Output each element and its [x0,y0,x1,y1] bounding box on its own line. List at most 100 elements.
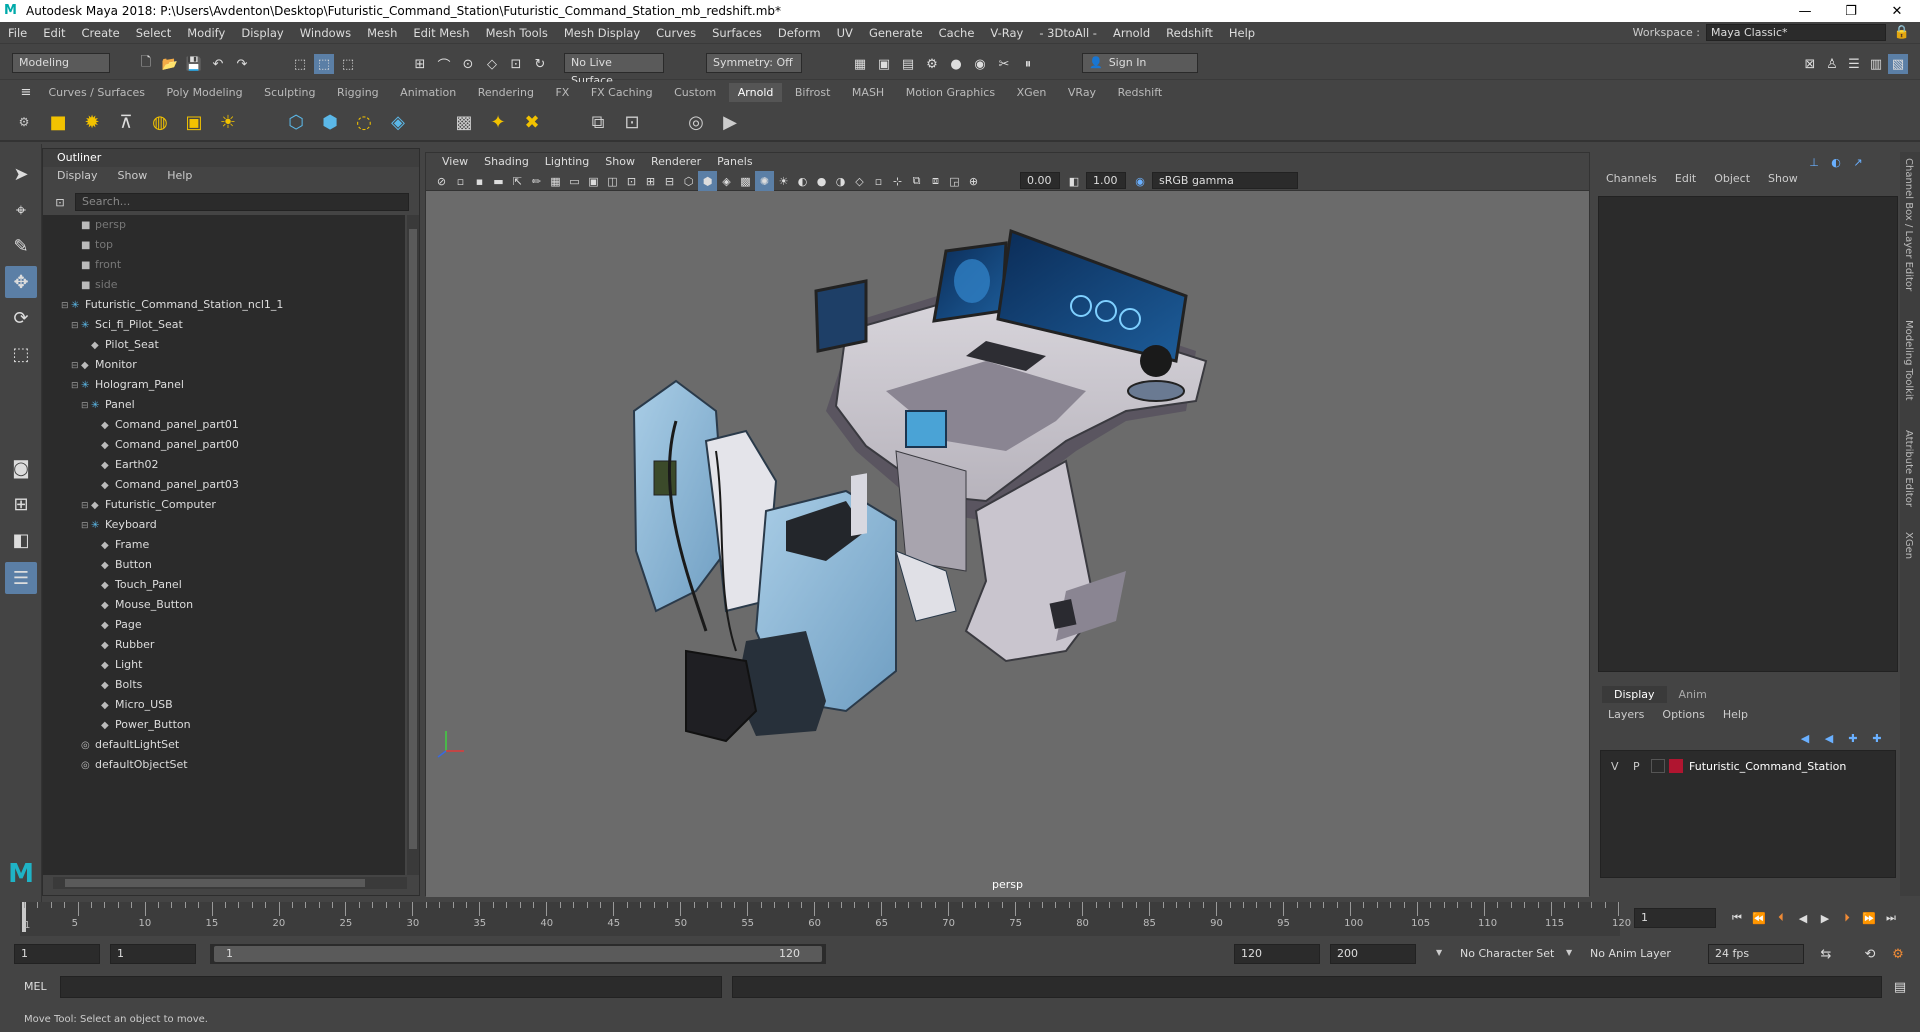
side-tab-xgen[interactable]: XGen [1903,532,1914,559]
outliner-row[interactable]: ■ top [71,235,113,255]
outliner-hscroll-thumb[interactable] [65,879,365,887]
single-perspective-view-icon[interactable]: ◙ [5,452,37,484]
command-language-toggle[interactable]: MEL [24,980,47,993]
image-plane-icon[interactable]: ▬ [489,171,508,191]
collapse-icon[interactable]: ⊟ [61,296,71,316]
outliner-row[interactable]: ■ persp [71,215,126,235]
outliner-row[interactable]: ◆ Rubber [91,635,154,655]
go-to-end-icon[interactable]: ⏭ [1880,908,1902,928]
menu-edit-mesh[interactable]: Edit Mesh [405,26,477,40]
maximize-button[interactable]: ❐ [1828,4,1874,19]
new-layer-selected-icon[interactable]: ✚ [1868,728,1886,748]
outliner-row[interactable]: ⊟ ✳ Futuristic_Command_Station_ncl1_1 [61,295,283,315]
shelf-menu-icon[interactable]: ≡ [16,82,36,102]
outliner-row[interactable]: ◆ Micro_USB [91,695,173,715]
gate-mask-icon[interactable]: ◫ [603,171,622,191]
exposure-icon[interactable]: ⊕ [964,171,983,191]
film-gate-icon[interactable]: ▭ [565,171,584,191]
smooth-shade-icon[interactable]: ⬢ [698,171,717,191]
shelf-tab-xgen[interactable]: XGen [1008,83,1056,103]
shelf-tab-motion-graphics[interactable]: Motion Graphics [897,83,1004,103]
flush-textures-icon[interactable]: ▩ [450,108,478,136]
layers-menu-options[interactable]: Options [1662,708,1704,721]
menu-deform[interactable]: Deform [770,26,829,40]
safe-title-icon[interactable]: ⊟ [660,171,679,191]
menu-set-dropdown[interactable]: Modeling [12,53,110,73]
viewport-menu-lighting[interactable]: Lighting [537,153,597,171]
outliner-tree[interactable]: ■ persp ■ top ■ front ■ side ⊟ ✳ Futuristic_Comman… [43,215,405,875]
select-by-hierarchy-icon[interactable]: ⬚ [290,54,310,74]
anim-preferences-icon[interactable]: ⚙ [1888,944,1908,964]
move-layer-down-icon[interactable]: ◀ [1820,728,1838,748]
create-standin-icon[interactable]: ⬡ [282,108,310,136]
use-all-lights-icon[interactable]: ✺ [755,171,774,191]
channel-box-toggle-icon[interactable]: ⊥ [1806,152,1822,172]
render-view-icon[interactable]: ▦ [850,54,870,74]
shelf-tab-curves-surfaces[interactable]: Curves / Surfaces [40,83,155,103]
outliner-row[interactable]: ◆ Bolts [91,675,142,695]
lasso-tool-icon[interactable]: ⌖ [5,194,37,226]
menu-display[interactable]: Display [233,26,291,40]
go-to-start-icon[interactable]: ⏮ [1726,908,1748,928]
scale-tool-icon[interactable]: ⬚ [5,338,37,370]
outliner-menu-display[interactable]: Display [57,167,98,185]
menu-uv[interactable]: UV [829,26,861,40]
clear-caches-icon[interactable]: ✖ [518,108,546,136]
range-slider-handle[interactable]: 1 120 [214,946,822,962]
loop-icon[interactable]: ⇆ [1816,944,1836,964]
persp-outliner-layout-icon[interactable]: ◧ [5,524,37,556]
select-by-component-icon[interactable]: ⬚ [338,54,358,74]
layer-visibility-toggle[interactable]: V [1611,760,1619,773]
viewport-menu-renderer[interactable]: Renderer [643,153,709,171]
grid-icon[interactable]: ▦ [546,171,565,191]
playback-end-field[interactable]: 120 [1234,944,1320,964]
anti-aliasing-icon[interactable]: ◑ [831,171,850,191]
playback-start-field[interactable]: 1 [110,944,196,964]
time-slider[interactable]: 1 5 10 15 20 25 30 35 40 45 50 55 60 65 70 75 80 85 90 95 1… [0,902,1920,936]
mesh-light-icon[interactable]: ✹ [78,108,106,136]
collapse-icon[interactable]: ⊟ [71,316,81,336]
layer-editor-toggle-icon[interactable]: ◐ [1828,152,1844,172]
save-scene-icon[interactable]: 💾 [184,54,204,74]
play-backwards-icon[interactable]: ◀ [1792,908,1814,928]
snap-curve-icon[interactable]: ⌒ [434,54,454,74]
menu-help[interactable]: Help [1221,26,1263,40]
curve-collector-icon[interactable]: ◌ [350,108,378,136]
shelf-tab-animation[interactable]: Animation [391,83,465,103]
outliner-row[interactable]: ◆ Touch_Panel [91,575,182,595]
color-management-icon[interactable]: ◉ [1130,171,1150,191]
light-portal-icon[interactable]: ▣ [180,108,208,136]
wireframe-on-shaded-icon[interactable]: ◈ [717,171,736,191]
minimize-button[interactable]: — [1782,4,1828,19]
layer-playback-toggle[interactable]: P [1633,760,1640,773]
side-tab-modeling-toolkit[interactable]: Modeling Toolkit [1903,320,1914,401]
close-button[interactable]: ✕ [1874,4,1920,19]
outliner-horizontal-scrollbar[interactable] [53,877,407,889]
outliner-row[interactable]: ◎ defaultObjectSet [71,755,188,775]
channels-menu-show[interactable]: Show [1768,172,1798,185]
camera-icon[interactable]: ◉ [970,54,990,74]
outliner-row[interactable]: ◆ Light [91,655,142,675]
shelf-tab-arnold[interactable]: Arnold [728,82,783,103]
viewport-menu-shading[interactable]: Shading [476,153,537,171]
step-back-frame-icon[interactable]: ⏴ [1770,908,1792,928]
modeling-toolkit-icon[interactable]: ⊠ [1800,54,1820,74]
channel-box-icon[interactable]: ▧ [1888,54,1908,74]
area-light-icon[interactable]: ■ [44,108,72,136]
outliner-row[interactable]: ⊟ ✳ Keyboard [81,515,157,535]
photometric-light-icon[interactable]: ⊼ [112,108,140,136]
menu-3dtoall[interactable]: - 3DtoAll - [1031,26,1105,40]
time-ruler[interactable]: 1 5 10 15 20 25 30 35 40 45 50 55 60 65 70 75 80 85 90 95 1… [20,902,1631,936]
gamma-icon[interactable]: ◧ [1064,171,1084,191]
new-scene-icon[interactable]: 🗋 [136,54,156,74]
undo-icon[interactable]: ↶ [208,54,228,74]
xray-icon[interactable]: ⊹ [888,171,907,191]
redo-icon[interactable]: ↷ [232,54,252,74]
shelf-tab-rendering[interactable]: Rendering [469,83,543,103]
menu-modify[interactable]: Modify [179,26,233,40]
play-render-icon[interactable]: ▶ [716,108,744,136]
outliner-row[interactable]: ⊟ ◆ Futuristic_Computer [81,495,216,515]
outliner-layout-icon[interactable]: ☰ [5,562,37,594]
skydome-light-icon[interactable]: ◍ [146,108,174,136]
menu-vray[interactable]: V-Ray [982,26,1031,40]
